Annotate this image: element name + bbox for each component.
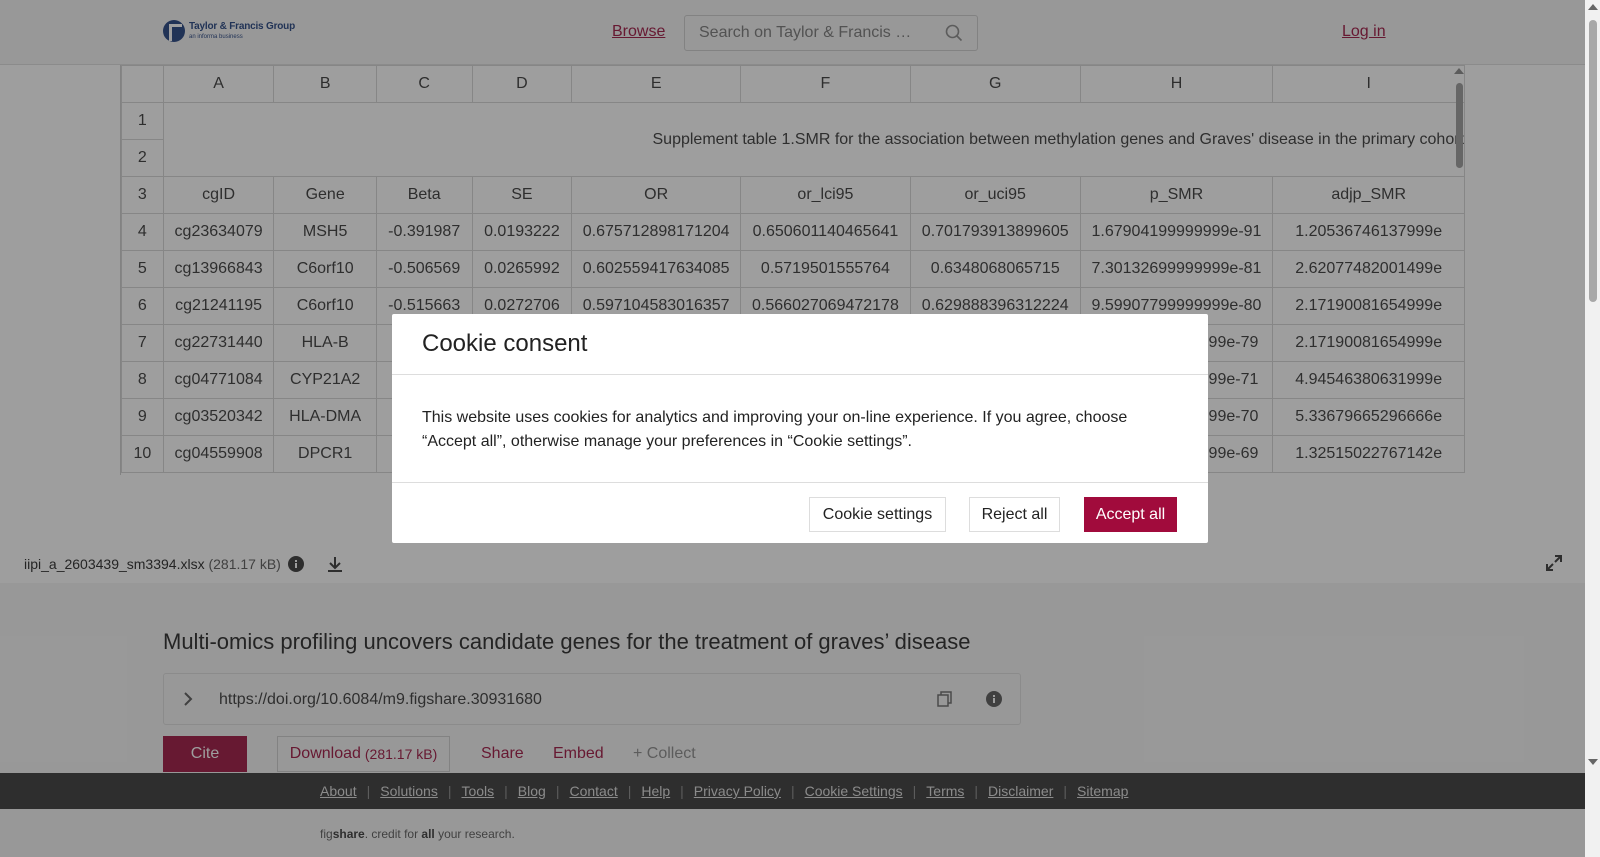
cookie-settings-button[interactable]: Cookie settings	[809, 497, 946, 532]
scroll-up-icon[interactable]	[1588, 4, 1598, 10]
cookie-consent-dialog: Cookie consent This website uses cookies…	[392, 314, 1208, 543]
accept-all-button[interactable]: Accept all	[1084, 497, 1177, 532]
scrollbar-thumb[interactable]	[1589, 20, 1597, 302]
dialog-title: Cookie consent	[422, 330, 588, 357]
divider	[392, 482, 1208, 483]
divider	[392, 374, 1208, 375]
reject-all-button[interactable]: Reject all	[969, 497, 1060, 532]
dialog-message: This website uses cookies for analytics …	[422, 409, 1128, 450]
scroll-down-icon[interactable]	[1588, 759, 1598, 765]
page-scrollbar[interactable]	[1585, 0, 1600, 857]
